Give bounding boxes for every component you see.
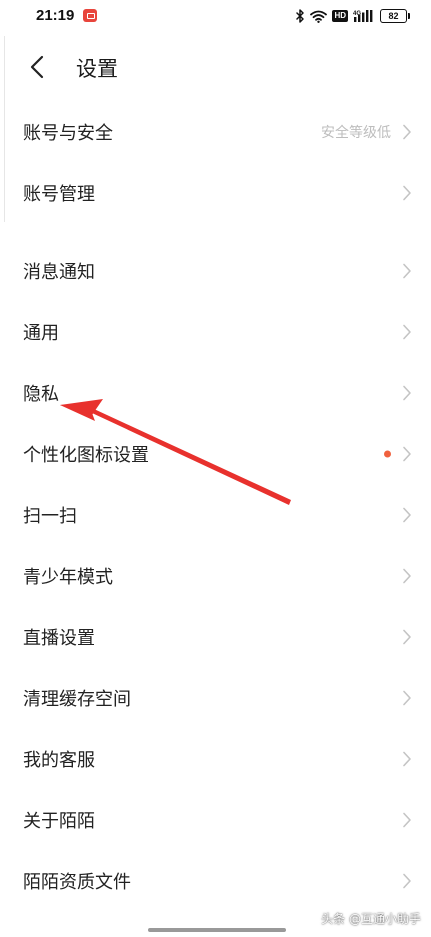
chevron-right-icon xyxy=(402,873,412,889)
hd-badge: HD xyxy=(332,10,348,22)
status-icons: HD 4G 82 xyxy=(296,8,410,24)
menu-item-account-management[interactable]: 账号管理 xyxy=(0,168,431,218)
menu-item-label: 我的客服 xyxy=(23,750,95,771)
menu-item-live-settings[interactable]: 直播设置 xyxy=(0,612,431,662)
menu-item-label: 账号管理 xyxy=(23,184,95,205)
chevron-right-icon xyxy=(402,446,412,462)
menu-item-scan[interactable]: 扫一扫 xyxy=(0,490,431,540)
menu-item-label: 通用 xyxy=(23,323,59,344)
chevron-right-icon xyxy=(402,812,412,828)
menu-item-clear-cache[interactable]: 清理缓存空间 xyxy=(0,673,431,723)
chevron-right-icon xyxy=(402,263,412,279)
chevron-right-icon xyxy=(402,124,412,140)
menu-item-custom-icon[interactable]: 个性化图标设置 xyxy=(0,429,431,479)
chevron-right-icon xyxy=(402,568,412,584)
menu-item-privacy[interactable]: 隐私 xyxy=(0,368,431,418)
chevron-right-icon xyxy=(402,751,412,767)
menu-item-label: 清理缓存空间 xyxy=(23,689,131,710)
menu-item-label: 隐私 xyxy=(23,384,59,405)
menu-item-label: 消息通知 xyxy=(23,262,95,283)
menu-item-label: 关于陌陌 xyxy=(23,811,95,832)
menu-item-label: 青少年模式 xyxy=(23,567,113,588)
wifi-icon xyxy=(310,10,328,23)
back-button[interactable] xyxy=(22,53,52,85)
menu-item-notifications[interactable]: 消息通知 xyxy=(0,246,431,296)
battery-icon: 82 xyxy=(380,9,410,23)
home-indicator[interactable] xyxy=(148,928,286,932)
chevron-right-icon xyxy=(402,185,412,201)
chevron-right-icon xyxy=(402,324,412,340)
menu-item-qualification-files[interactable]: 陌陌资质文件 xyxy=(0,856,431,906)
bluetooth-icon xyxy=(296,9,305,23)
menu-item-label: 直播设置 xyxy=(23,628,95,649)
chevron-left-icon xyxy=(30,55,44,83)
menu-item-label: 陌陌资质文件 xyxy=(23,872,131,893)
menu-item-about[interactable]: 关于陌陌 xyxy=(0,795,431,845)
status-bar: 21:19 HD 4G 82 xyxy=(0,0,431,34)
menu-item-label: 账号与安全 xyxy=(23,123,113,144)
menu-item-teen-mode[interactable]: 青少年模式 xyxy=(0,551,431,601)
menu-item-general[interactable]: 通用 xyxy=(0,307,431,357)
page-title: 设置 xyxy=(76,57,118,81)
chevron-right-icon xyxy=(402,507,412,523)
menu-item-account-security[interactable]: 账号与安全 安全等级低 xyxy=(0,107,431,157)
cellular-signal-icon: 4G xyxy=(353,9,375,23)
red-dot-badge xyxy=(384,450,391,458)
menu-item-label: 扫一扫 xyxy=(23,506,77,527)
menu-item-customer-service[interactable]: 我的客服 xyxy=(0,734,431,784)
chevron-right-icon xyxy=(402,629,412,645)
app-notification-icon xyxy=(83,9,97,22)
chevron-right-icon xyxy=(402,385,412,401)
chevron-right-icon xyxy=(402,690,412,706)
menu-item-label: 个性化图标设置 xyxy=(23,445,149,466)
header: 设置 xyxy=(0,40,431,98)
security-level-value: 安全等级低 xyxy=(321,125,391,141)
watermark-text: 头条 @互通小助手 xyxy=(321,912,421,926)
status-time: 21:19 xyxy=(36,7,75,24)
